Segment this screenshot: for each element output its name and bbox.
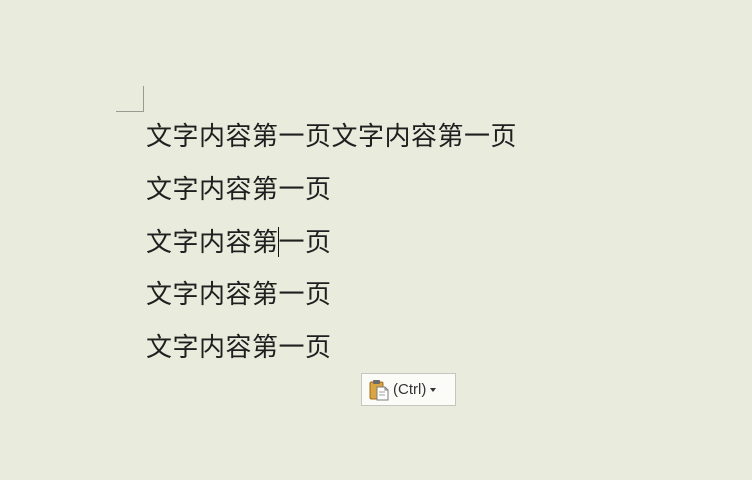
text-line-1[interactable]: 文字内容第一页文字内容第一页 (146, 121, 517, 153)
paste-options-button[interactable]: (Ctrl) (361, 373, 456, 406)
clipboard-paste-icon (369, 379, 389, 400)
document-page[interactable]: 文字内容第一页文字内容第一页 文字内容第一页 文字内容第一页 文字内容第一页 文… (0, 0, 752, 480)
text-line-2[interactable]: 文字内容第一页 (146, 174, 332, 206)
page-margin-marker (116, 86, 144, 112)
text-after-caret: 一页 (278, 228, 332, 258)
text-line-content: 文字内容第一页 (146, 175, 332, 205)
text-line-5[interactable]: 文字内容第一页 (146, 332, 332, 364)
paste-options-label: (Ctrl) (393, 381, 427, 398)
chevron-down-icon (430, 388, 437, 392)
text-line-4[interactable]: 文字内容第一页 (146, 279, 332, 311)
text-before-caret: 文字内容第 (146, 228, 279, 258)
text-line-content: 文字内容第一页文字内容第一页 (146, 122, 518, 152)
text-line-content: 文字内容第一页 (146, 333, 332, 363)
text-line-3[interactable]: 文字内容第一页 (146, 227, 332, 259)
text-line-content: 文字内容第一页 (146, 280, 332, 310)
